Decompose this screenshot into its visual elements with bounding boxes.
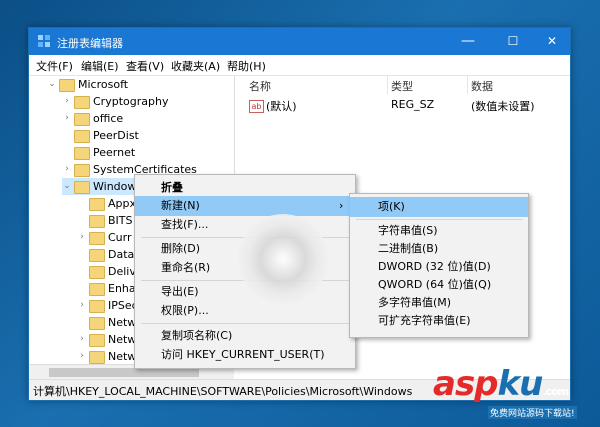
maximize-button[interactable]: ☐ — [493, 28, 533, 55]
submenu-arrow-icon: › — [339, 199, 344, 212]
folder-icon — [89, 198, 105, 211]
close-button[interactable]: ✕ — [532, 28, 572, 55]
expanded-arrow-icon[interactable]: ⌄ — [62, 178, 72, 195]
menu-favorites[interactable]: 收藏夹(A) — [171, 58, 220, 74]
menu-item-export[interactable]: 导出(E) — [135, 282, 355, 302]
folder-icon — [74, 181, 90, 194]
folder-icon — [89, 300, 105, 313]
column-header-data[interactable]: 数据 — [471, 78, 493, 94]
submenu-item-multi-string-value[interactable]: 多字符串值(M) — [350, 293, 528, 313]
folder-icon — [59, 79, 75, 92]
submenu-item-binary-value[interactable]: 二进制值(B) — [350, 239, 528, 259]
menu-item-copy-key-name[interactable]: 复制项名称(C) — [135, 326, 355, 346]
folder-icon — [74, 113, 90, 126]
menu-file[interactable]: 文件(F) — [36, 58, 73, 74]
menu-item-goto-hkcu[interactable]: 访问 HKEY_CURRENT_USER(T) — [135, 345, 355, 365]
collapsed-arrow-icon[interactable]: › — [77, 331, 87, 348]
folder-icon — [74, 96, 90, 109]
menu-item-collapse[interactable]: 折叠 — [135, 178, 355, 198]
menu-item-permissions[interactable]: 权限(P)... — [135, 301, 355, 321]
minimize-button[interactable]: — — [448, 28, 488, 55]
submenu-item-expandable-string-value[interactable]: 可扩充字符串值(E) — [350, 311, 528, 331]
collapsed-arrow-icon[interactable]: › — [62, 93, 72, 110]
menu-item-new[interactable]: 新建(N) › — [135, 196, 355, 216]
cursor-swirl-graphic — [238, 214, 328, 304]
value-type: REG_SZ — [391, 98, 435, 111]
registry-app-icon — [38, 35, 50, 47]
folder-icon — [89, 351, 105, 364]
folder-icon — [74, 164, 90, 177]
collapsed-arrow-icon[interactable]: › — [77, 297, 87, 314]
folder-icon — [74, 147, 90, 160]
menu-separator — [356, 219, 522, 220]
folder-icon — [89, 317, 105, 330]
menu-item-find[interactable]: 查找(F)... — [135, 215, 355, 235]
submenu-item-key[interactable]: 项(K) — [350, 197, 528, 217]
aspku-watermark-logo: aspku.com — [433, 364, 569, 404]
collapsed-arrow-icon[interactable]: › — [62, 110, 72, 127]
collapsed-arrow-icon[interactable]: › — [62, 161, 72, 178]
column-divider[interactable] — [387, 76, 388, 94]
expanded-arrow-icon[interactable]: ⌄ — [47, 76, 57, 93]
collapsed-arrow-icon[interactable]: › — [77, 348, 87, 364]
menu-bar: 文件(F) 编辑(E) 查看(V) 收藏夹(A) 帮助(H) — [29, 55, 570, 76]
value-data: (数值未设置) — [471, 100, 535, 113]
submenu-item-qword-value[interactable]: QWORD (64 位)值(Q) — [350, 275, 528, 295]
watermark-subtitle: 免费网站源码下载站! — [488, 406, 577, 419]
folder-icon — [89, 283, 105, 296]
value-name: (默认) — [266, 100, 297, 113]
window-title: 注册表编辑器 — [57, 37, 123, 50]
scrollbar-thumb[interactable] — [49, 368, 199, 377]
submenu-item-dword-value[interactable]: DWORD (32 位)值(D) — [350, 257, 528, 277]
title-bar[interactable]: 注册表编辑器 — ☐ ✕ — [29, 28, 570, 55]
folder-icon — [89, 334, 105, 347]
string-value-icon: ab — [249, 100, 264, 113]
collapsed-arrow-icon[interactable]: › — [77, 229, 87, 246]
folder-icon — [89, 232, 105, 245]
submenu-item-string-value[interactable]: 字符串值(S) — [350, 221, 528, 241]
menu-view[interactable]: 查看(V) — [126, 58, 164, 74]
folder-icon — [89, 266, 105, 279]
menu-separator — [141, 323, 349, 324]
menu-help[interactable]: 帮助(H) — [227, 58, 266, 74]
new-submenu: 项(K) 字符串值(S) 二进制值(B) DWORD (32 位)值(D) QW… — [349, 193, 529, 338]
folder-icon — [89, 215, 105, 228]
column-header-name[interactable]: 名称 — [249, 78, 271, 94]
column-header-type[interactable]: 类型 — [391, 78, 413, 94]
status-path: 计算机\HKEY_LOCAL_MACHINE\SOFTWARE\Policies… — [33, 385, 413, 398]
folder-icon — [89, 249, 105, 262]
column-divider[interactable] — [467, 76, 468, 94]
folder-icon — [74, 130, 90, 143]
menu-edit[interactable]: 编辑(E) — [81, 58, 119, 74]
